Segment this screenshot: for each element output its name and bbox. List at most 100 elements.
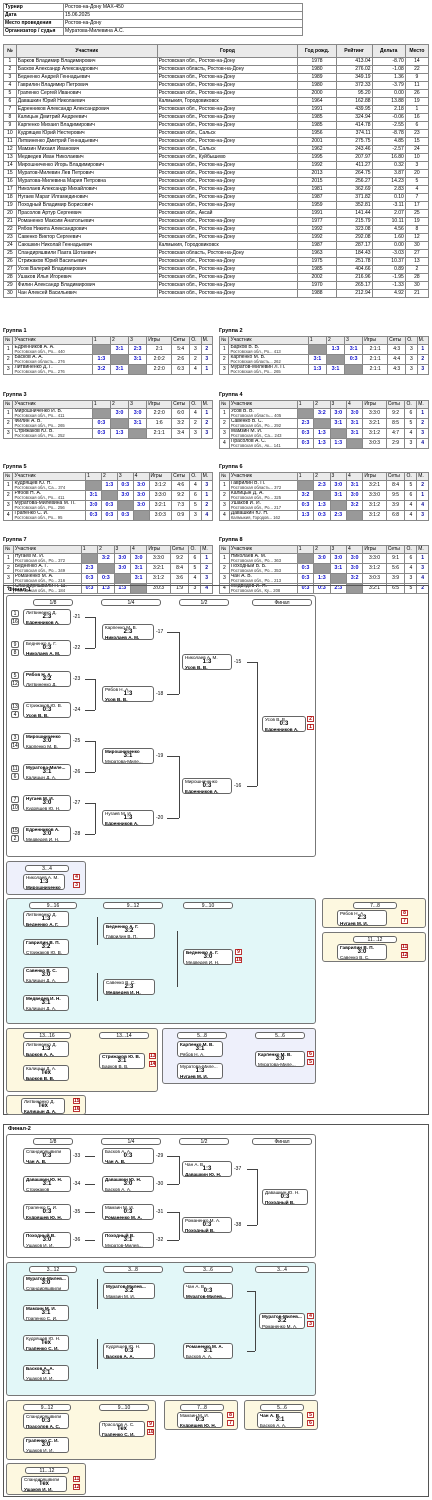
match-box[interactable]: Муратова-Миле... 1:3 Нугаев М. И. xyxy=(177,1063,223,1079)
match-box[interactable]: Бедненко А. Г. 0:3 Николаев А. М. xyxy=(23,640,71,656)
match-box[interactable]: Чан А. В. 3:1 Басков А. А. xyxy=(257,1412,303,1428)
rating-cell: 1981 xyxy=(297,185,337,194)
match-box[interactable]: Мамзин М. И. 0:3 Романенко М. А. xyxy=(102,1204,154,1220)
match-box[interactable]: Карпенко М. В. 3:0 Муратова-Миле... xyxy=(255,1051,305,1067)
match-box[interactable]: Кудрящев Ю. Н. Тех Грапенко С. И. xyxy=(23,1335,69,1351)
group-title: Группа 8 xyxy=(219,537,243,543)
group-row-number: 2 xyxy=(2,490,14,501)
group-header-cell: М. xyxy=(416,400,429,409)
score-value: 3:1 xyxy=(331,366,340,373)
group-row-number: 3 xyxy=(219,573,230,584)
match-player-2: Ушаков И. И. xyxy=(26,1243,54,1248)
match-box[interactable]: Бедненко А. Г. 3:2 Гаврилин В. П. xyxy=(103,923,155,939)
match-box[interactable]: Грапенко С. И. 3:0 Ушаков И. И. xyxy=(23,1437,69,1453)
rating-row: 7 Едренников Александр Александрович Росто… xyxy=(3,105,430,114)
match-box[interactable]: Литвиненко Д. 2:3 Едренников А. xyxy=(23,609,71,625)
rating-cell: 25 xyxy=(404,209,430,218)
group-table: № Участник 1 2 3 Игры Сеты О. М. 1 Едренников А. А… xyxy=(2,336,214,375)
match-box[interactable]: Рябов Н. А. 1:3 Усов В. В. xyxy=(102,686,154,702)
match-box[interactable]: Карпенко М. В. 3:1 Рябов Н. А. xyxy=(177,1041,223,1057)
match-box[interactable]: Савенко В. С. 3:0 Калицын Д. А. xyxy=(23,967,69,983)
match-box[interactable]: Савенко В. С. 2:3 Медведев И. Н. xyxy=(103,979,155,995)
match-box[interactable]: Грапенко С. И. 0:3 Кудрящев Ю. Н. xyxy=(23,1204,71,1220)
final-place-badge: 1 xyxy=(307,724,314,730)
match-id: -16 xyxy=(234,783,242,789)
match-box[interactable]: Мирошниченко 3:1 Муратова-Миле... xyxy=(102,748,154,764)
match-box[interactable]: Николаев А. М. 1:3 Мирошниченко xyxy=(23,874,65,890)
match-box[interactable]: Спандиряшвили 0:3 Прасолов А. С. xyxy=(23,1413,69,1429)
rating-cell: 212.94 xyxy=(335,289,373,298)
bracket-panel: 11...12 Спандиряшвили Тех Ушаков И. И. 11 12 xyxy=(6,1463,86,1495)
match-score: 1:3 xyxy=(313,573,331,584)
group-header-cell: М. xyxy=(200,472,214,481)
final-place-badge: 11 xyxy=(401,944,408,950)
match-box[interactable]: Романенко М. А. 3:1 Басков А. А. xyxy=(183,1343,233,1359)
rating-cell: Ростовская обл., Ростов-на-Дону xyxy=(156,105,299,114)
match-box[interactable]: Карпенко М. В. 2:3 Николаев А. М. xyxy=(102,624,154,640)
match-box[interactable]: Кудрящев Ю. Н. 0:3 Басков А. А. xyxy=(103,1343,155,1359)
match-box[interactable]: Литвиненко Д. 1:3 Бедненко А. Г. xyxy=(23,911,69,927)
score-value: 1:3 xyxy=(317,575,326,582)
match-box[interactable]: Давашкин Ю. Н. 3:1 Стрижаков xyxy=(23,1176,71,1192)
match-player-2: Барков В. В. xyxy=(102,1064,129,1069)
match-box[interactable]: Спандиряшвили 0:3 Чан А. В. xyxy=(23,1148,71,1164)
match-box[interactable]: Походный В. 3:1 Муратов-Милев... xyxy=(102,1232,154,1248)
match-box[interactable]: Нугаев М. И. 3:0 Кудрящев Ю. Н. xyxy=(23,795,71,811)
points: 5 xyxy=(188,563,202,574)
match-box[interactable]: Рябов Н. А. 3:2 Литвиненко Д. xyxy=(23,671,71,687)
rating-cell: 1.60 xyxy=(371,233,406,242)
match-player-2: Медведев И. Н. xyxy=(186,960,220,965)
match-box[interactable]: Калицын Д. А. Тех Барков В. В. xyxy=(23,1065,69,1081)
match-box[interactable]: Басков А. А. 3:1 Ушаков И. И. xyxy=(23,1365,69,1381)
match-box[interactable]: Николаев А. М. 1:3 Усов В. В. xyxy=(182,654,232,670)
match-box[interactable]: Муратов-Милев... 3:0 Спандиряшвили xyxy=(23,1275,69,1291)
match-box[interactable]: Муратова-Миле... 3:1 Калицын Д. А. xyxy=(23,764,71,780)
group-title: Группа 3 xyxy=(3,392,27,398)
match-box[interactable]: Стрижаков Ю. В. 0:3 Усов В. В. xyxy=(23,702,71,718)
match-box[interactable]: Едренников А. 3:0 Медведев И. Н. xyxy=(23,826,71,842)
match-box[interactable]: Давашкин Ю. Н. 0:3 Походный В. xyxy=(262,1189,308,1205)
match-box[interactable]: Нугаев М. И. 1:3 Едренников А. xyxy=(102,810,154,826)
match-box[interactable]: Давашкин Ю. Н. 3:0 Басков А. А. xyxy=(102,1176,154,1192)
match-box[interactable]: Усов В. В. 0:3 Едренников А. xyxy=(262,716,306,732)
match-box[interactable]: Гаврилин В. П. 3:0 Савенко В. С. xyxy=(337,944,387,960)
match-box[interactable]: Мамзин М. И. 0:3 Кудрящев Ю. Н. xyxy=(177,1412,223,1428)
match-box[interactable]: Мирошниченко 3:0 Карпенко М. В. xyxy=(23,733,71,749)
match-box[interactable]: Литвиненко Д. Тех Калицын Д. А. xyxy=(21,1098,65,1114)
match-box[interactable]: Басков А. А. 0:3 Чан А. В. xyxy=(102,1148,154,1164)
games: 3:2:1 xyxy=(148,500,173,511)
final-place-badge: 15 xyxy=(73,1098,80,1104)
match-box[interactable]: Спандиряшвили Тех Ушаков И. И. xyxy=(21,1476,67,1492)
match-box[interactable]: Мирошниченко 0:3 Едренников А. xyxy=(182,778,232,794)
match-score: 0:3 xyxy=(91,418,111,429)
rating-cell: 292.08 xyxy=(335,233,373,242)
match-box[interactable]: Прасолов А. С. Тех Грапенко С. И. xyxy=(99,1421,145,1437)
group-title: Группа 1 xyxy=(3,328,27,334)
match-box[interactable]: Походный В. 3:0 Ушаков И. И. xyxy=(23,1232,71,1248)
rating-cell: 11 xyxy=(404,81,430,90)
match-box[interactable]: Медведев И. Н. 3:1 Калицын Д. А. xyxy=(23,995,69,1011)
rating-header-cell: Дельта xyxy=(371,44,406,58)
rating-cell: Ростовская область, Ростов-на-Дону xyxy=(156,249,299,258)
match-box[interactable]: Гаврилин В. П. 3:2 Стрижаков Ю. В. xyxy=(23,939,69,955)
rating-cell: Ростовская обл., Сальск xyxy=(156,145,299,154)
score-value: 3:1 xyxy=(133,420,142,427)
match-score: 3:0 xyxy=(329,480,347,491)
match-box[interactable]: Литвиненко Д. 1:3 Барков А. А. xyxy=(23,1041,69,1057)
match-box[interactable]: Муратов-Милев... 3:2 Романенко М. А. xyxy=(259,1313,305,1329)
score-value: 3:0 xyxy=(118,565,127,572)
match-box[interactable]: Рябов Н. А. 2:3 Нугаев М. И. xyxy=(337,910,387,926)
rating-cell: Спандиряшвили Паата Шотаевич xyxy=(15,249,158,258)
match-box[interactable]: Муратов-Милев... 3:2 Мамзин М. И. xyxy=(103,1283,155,1299)
player-club: Ростовская обл., Ро... 217 xyxy=(230,504,282,510)
match-box[interactable]: Бедненко А. Г. 3:0 Медведев И. Н. xyxy=(183,949,233,965)
rating-row: 3 Бедненко Андрей Геннадьевич Ростовская о… xyxy=(3,73,430,82)
rating-cell: 1989 xyxy=(297,73,337,82)
match-box[interactable]: Чан А. В. 0:3 Муратов-Милев... xyxy=(183,1283,233,1299)
match-box[interactable]: Стрижаков Ю. В. 3:1 Барков В. В. xyxy=(99,1053,145,1069)
bracket-connector xyxy=(85,1184,95,1185)
match-box[interactable]: Чан А. В. 1:3 Давашкин Ю. Н. xyxy=(182,1161,232,1177)
rating-cell: Чан Алексей Васильевич xyxy=(15,289,158,298)
match-box[interactable]: Мамзин М. И. 3:1 Грапенко С. И. xyxy=(23,1305,69,1321)
match-box[interactable]: Романенко М. А. 0:3 Походный В. xyxy=(182,1217,232,1233)
